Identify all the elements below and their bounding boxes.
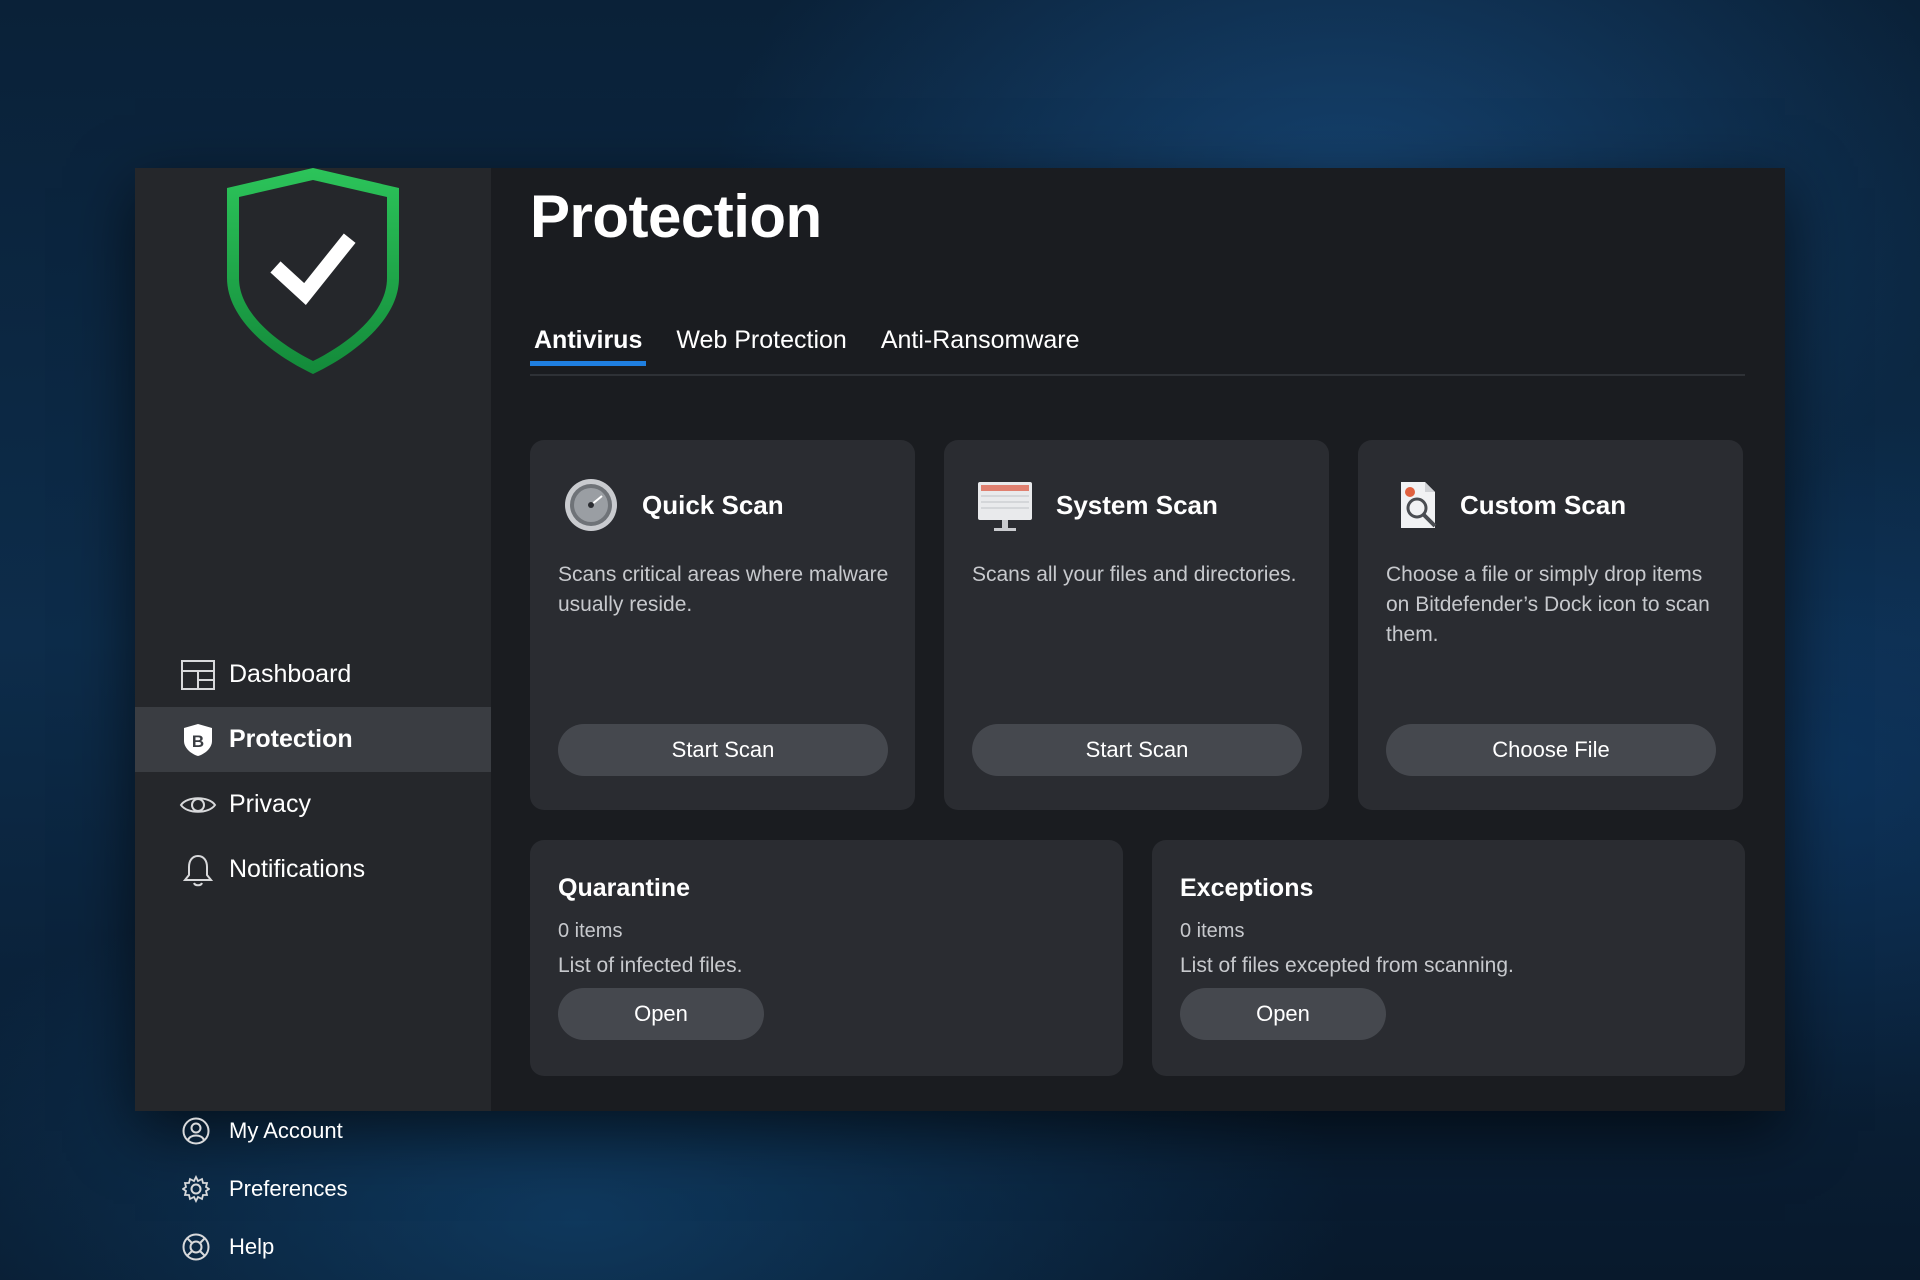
sidebar-bottom-nav: My Account Preferences Help bbox=[135, 1102, 491, 1276]
custom-scan-card: Custom Scan Choose a file or simply drop… bbox=[1358, 440, 1743, 810]
sidebar-item-notifications[interactable]: Notifications bbox=[135, 837, 491, 902]
exceptions-description: List of files excepted from scanning. bbox=[1180, 954, 1514, 977]
custom-scan-choose-file-button[interactable]: Choose File bbox=[1386, 724, 1716, 776]
lifebuoy-icon bbox=[181, 1232, 211, 1262]
quick-scan-card: Quick Scan Scans critical areas where ma… bbox=[530, 440, 915, 810]
quarantine-card: Quarantine 0 items List of infected file… bbox=[530, 840, 1123, 1076]
main-content: Protection Antivirus Web Protection Anti… bbox=[491, 168, 1785, 1111]
system-scan-title: System Scan bbox=[1056, 489, 1218, 520]
quick-scan-title: Quick Scan bbox=[642, 489, 784, 520]
sidebar-nav: Dashboard B Protection Privacy Notificat… bbox=[135, 642, 491, 902]
tab-anti-ransomware[interactable]: Anti-Ransomware bbox=[877, 318, 1084, 364]
dashboard-icon bbox=[179, 656, 217, 694]
exceptions-open-button[interactable]: Open bbox=[1180, 988, 1386, 1040]
quick-scan-icon bbox=[562, 476, 620, 534]
sidebar: Dashboard B Protection Privacy Notificat… bbox=[135, 168, 491, 1261]
sidebar-item-protection[interactable]: B Protection bbox=[135, 707, 491, 772]
system-scan-icon bbox=[976, 476, 1034, 534]
exceptions-title: Exceptions bbox=[1180, 874, 1314, 902]
sidebar-item-label: Help bbox=[229, 1234, 275, 1259]
exceptions-count: 0 items bbox=[1180, 920, 1245, 942]
quarantine-count: 0 items bbox=[558, 920, 623, 942]
sidebar-item-label: Dashboard bbox=[229, 660, 352, 688]
sidebar-item-help[interactable]: Help bbox=[135, 1218, 491, 1276]
system-scan-card: System Scan Scans all your files and dir… bbox=[944, 440, 1329, 810]
bitdefender-shield-icon: B bbox=[179, 721, 217, 759]
sidebar-item-my-account[interactable]: My Account bbox=[135, 1102, 491, 1160]
custom-scan-icon bbox=[1390, 476, 1448, 534]
sidebar-item-label: Privacy bbox=[229, 790, 311, 818]
sidebar-item-dashboard[interactable]: Dashboard bbox=[135, 642, 491, 707]
sidebar-item-label: Notifications bbox=[229, 855, 366, 883]
quarantine-title: Quarantine bbox=[558, 874, 690, 902]
page-title: Protection bbox=[530, 183, 822, 250]
custom-scan-title: Custom Scan bbox=[1460, 489, 1627, 520]
tab-antivirus[interactable]: Antivirus bbox=[530, 318, 647, 366]
svg-text:B: B bbox=[192, 732, 204, 751]
quick-scan-start-button[interactable]: Start Scan bbox=[558, 724, 888, 776]
sidebar-item-label: Preferences bbox=[229, 1176, 348, 1201]
eye-icon bbox=[179, 786, 217, 824]
custom-scan-description: Choose a file or simply drop items on Bi… bbox=[1386, 563, 1710, 646]
system-scan-description: Scans all your files and directories. bbox=[972, 563, 1297, 586]
shield-check-icon bbox=[227, 168, 399, 374]
tab-web-protection[interactable]: Web Protection bbox=[672, 318, 850, 364]
sidebar-item-label: My Account bbox=[229, 1118, 343, 1143]
sidebar-item-preferences[interactable]: Preferences bbox=[135, 1160, 491, 1218]
quarantine-description: List of infected files. bbox=[558, 954, 743, 977]
tab-bar: Antivirus Web Protection Anti-Ransomware bbox=[530, 318, 1745, 376]
sidebar-item-privacy[interactable]: Privacy bbox=[135, 772, 491, 837]
gear-icon bbox=[181, 1174, 211, 1204]
system-scan-start-button[interactable]: Start Scan bbox=[972, 724, 1302, 776]
exceptions-card: Exceptions 0 items List of files excepte… bbox=[1152, 840, 1745, 1076]
quick-scan-description: Scans critical areas where malware usual… bbox=[558, 563, 889, 616]
quarantine-open-button[interactable]: Open bbox=[558, 988, 764, 1040]
sidebar-item-label: Protection bbox=[229, 725, 353, 753]
app-window: Dashboard B Protection Privacy Notificat… bbox=[135, 168, 1785, 1261]
user-icon bbox=[181, 1116, 211, 1146]
bell-icon bbox=[179, 851, 217, 889]
